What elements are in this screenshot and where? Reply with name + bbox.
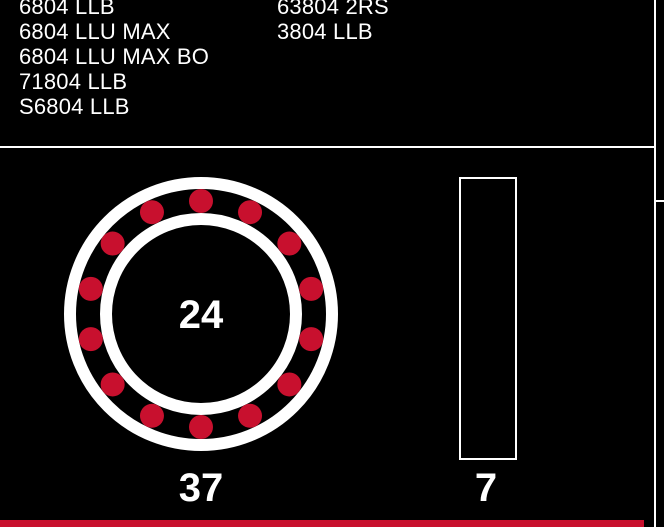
- outer-diameter-label: 37: [179, 466, 224, 510]
- bearing-side-view: [459, 177, 517, 460]
- bearing-ball: [238, 200, 263, 225]
- bearing-ball: [189, 415, 213, 439]
- bearing-profile: [459, 177, 517, 460]
- bearing-ball: [277, 372, 302, 397]
- width-label: 7: [475, 466, 497, 510]
- bearing-ball: [139, 403, 164, 428]
- bearing-ball: [78, 276, 103, 301]
- bearing-ball: [277, 231, 302, 256]
- bearing-ball: [299, 327, 324, 352]
- bearing-ball: [238, 403, 263, 428]
- bearing-ball: [299, 276, 324, 301]
- bearing-ball: [100, 372, 125, 397]
- bearing-ball: [189, 189, 213, 213]
- inner-diameter-label: 24: [179, 293, 224, 337]
- bearing-ball: [100, 231, 125, 256]
- bearing-ball: [139, 200, 164, 225]
- bearing-front-view: 24: [64, 177, 338, 451]
- bearing-diagram: 24 37 7: [64, 177, 517, 510]
- accent-bar: [0, 520, 644, 527]
- bearing-ball: [78, 327, 103, 352]
